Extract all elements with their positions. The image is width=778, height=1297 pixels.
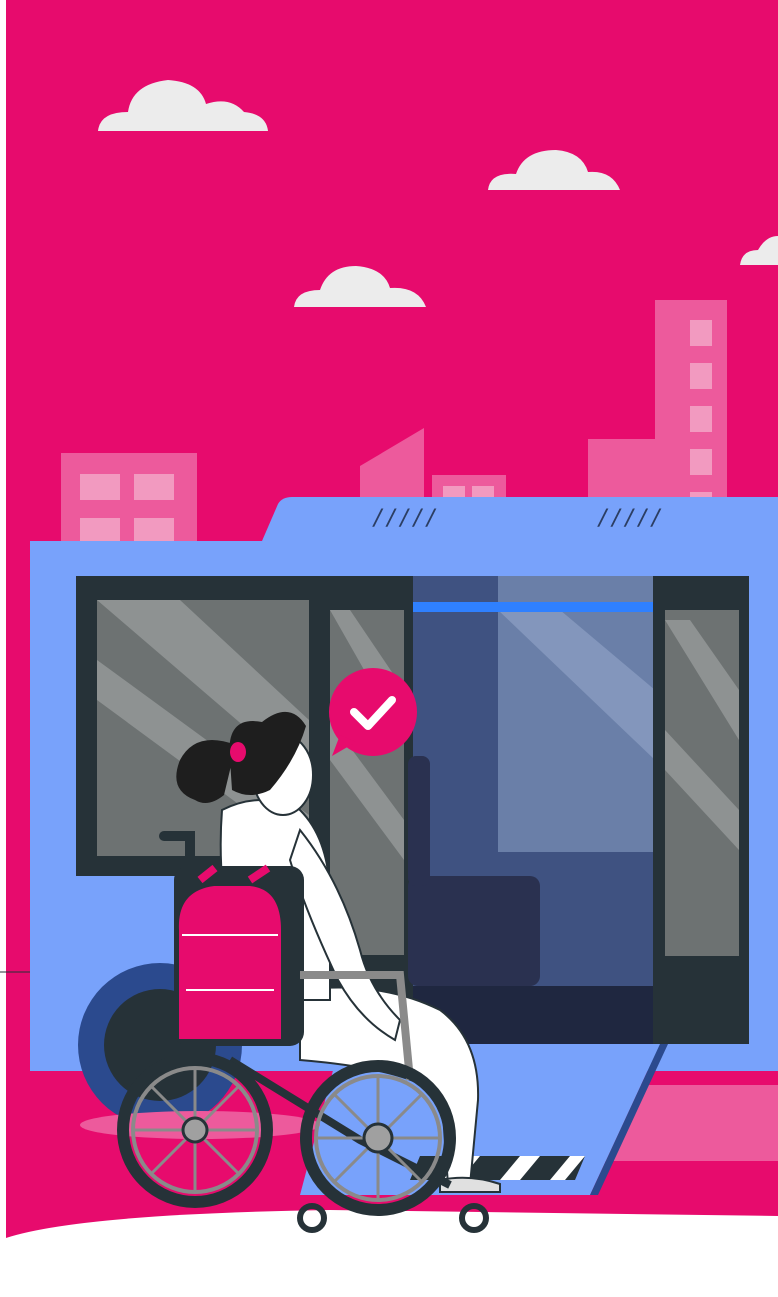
- building: [61, 453, 197, 553]
- hair-tie: [230, 742, 246, 762]
- backpack-icon: [176, 864, 283, 1041]
- left-margin: [0, 0, 6, 1297]
- wheelchair-hub: [181, 1116, 209, 1144]
- accessible-bus-illustration: ///// /////: [0, 0, 778, 1297]
- wheelchair-hub: [362, 1122, 394, 1154]
- bus-seat: [408, 876, 540, 986]
- bus-roof: [262, 497, 778, 541]
- roof-marking: /////: [372, 506, 438, 531]
- bus-seat-back: [408, 756, 430, 886]
- ground: [0, 1210, 778, 1297]
- checkmark-bubble-icon: [329, 668, 417, 756]
- handrail: [413, 602, 655, 612]
- backpack-body: [176, 884, 283, 1041]
- roof-marking: /////: [597, 506, 663, 531]
- illustration-scene: ///// /////: [0, 0, 778, 1297]
